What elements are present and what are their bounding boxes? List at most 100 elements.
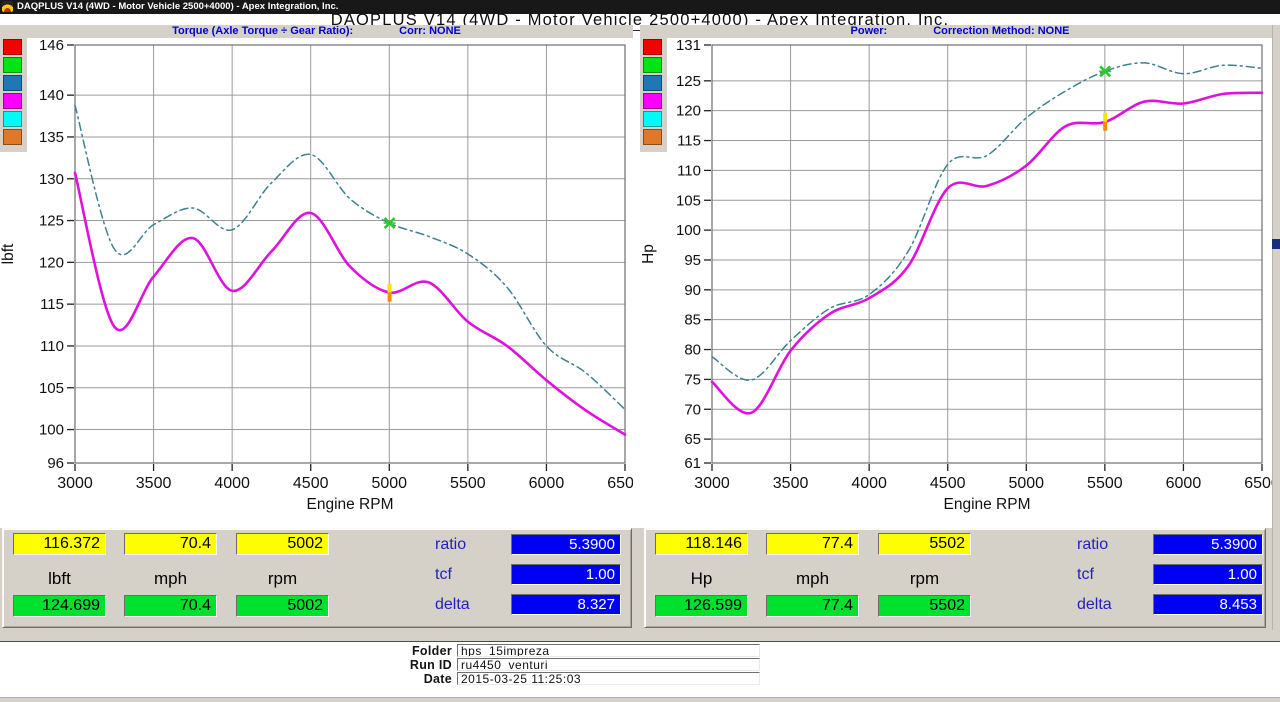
readout-unit-label: rpm bbox=[236, 569, 329, 589]
x-tick-label: 4000 bbox=[214, 475, 250, 492]
field-row-run-id: Run ID bbox=[297, 658, 760, 671]
stat-label-tcf: tcf bbox=[435, 564, 452, 585]
window-edge-strip bbox=[1272, 25, 1280, 630]
x-tick-label: 5500 bbox=[450, 475, 486, 492]
x-tick-label: 6000 bbox=[1166, 475, 1202, 492]
y-tick-label: 90 bbox=[684, 282, 701, 299]
readout-reference-mph: 77.4 bbox=[766, 595, 859, 617]
x-tick-label: 3000 bbox=[694, 475, 730, 492]
torque-grid bbox=[75, 45, 625, 463]
readout-reference-rpm: 5502 bbox=[878, 595, 971, 617]
run-id-input[interactable] bbox=[457, 658, 760, 671]
y-tick-label: 115 bbox=[677, 133, 701, 150]
y-tick-label: 110 bbox=[40, 338, 64, 355]
x-tick-label: 5000 bbox=[1008, 475, 1044, 492]
readout-unit-label: mph bbox=[766, 569, 859, 589]
x-tick-label: 5000 bbox=[371, 475, 407, 492]
readout-current-Hp: 118.146 bbox=[655, 533, 748, 555]
field-row-folder: Folder bbox=[297, 644, 760, 657]
field-label: Date bbox=[297, 672, 457, 686]
power-x-axis-label: Engine RPM bbox=[943, 496, 1030, 513]
readout-reference-lbft: 124.699 bbox=[13, 595, 106, 617]
reference-run-torque-curve bbox=[75, 105, 625, 409]
stat-label-delta: delta bbox=[435, 594, 470, 615]
stat-value-ratio: 5.3900 bbox=[1153, 534, 1263, 555]
power-chart-panel: Power: Correction Method: NONE 616570758… bbox=[640, 25, 1280, 528]
y-tick-label: 65 bbox=[684, 431, 701, 448]
readout-current-rpm: 5002 bbox=[236, 533, 329, 555]
x-tick-label: 3000 bbox=[57, 475, 93, 492]
stat-label-ratio: ratio bbox=[1077, 534, 1108, 555]
x-tick-label: 4500 bbox=[930, 475, 966, 492]
power-grid bbox=[712, 45, 1262, 463]
field-row-date: Date bbox=[297, 672, 760, 685]
readout-current-mph: 77.4 bbox=[766, 533, 859, 555]
y-tick-label: 75 bbox=[684, 371, 701, 388]
readout-current-mph: 70.4 bbox=[124, 533, 217, 555]
readout-current-rpm: 5502 bbox=[878, 533, 971, 555]
field-label: Run ID bbox=[297, 658, 457, 672]
power-plot-border bbox=[712, 45, 1262, 463]
readout-reference-Hp: 126.599 bbox=[655, 595, 748, 617]
torque-axes: 96 100 105 110 115 120 125 130 135 140 146 3000 3500… bbox=[0, 37, 633, 513]
y-tick-label: 130 bbox=[39, 171, 64, 188]
power-readout-panel: 118.146 Hp 126.599 77.4 mph 77.4 5502 rpm 5502 ra… bbox=[644, 528, 1266, 628]
x-tick-label: 5500 bbox=[1087, 475, 1123, 492]
y-tick-label: 120 bbox=[39, 254, 64, 271]
readout-unit-label: rpm bbox=[878, 569, 971, 589]
stat-value-tcf: 1.00 bbox=[511, 564, 621, 585]
power-cursor-marker bbox=[1103, 113, 1107, 131]
y-tick-label: 135 bbox=[39, 129, 64, 146]
y-tick-label: 80 bbox=[684, 342, 701, 359]
y-tick-label: 125 bbox=[39, 213, 64, 230]
x-tick-label: 6500 bbox=[607, 475, 633, 492]
x-tick-label: 4000 bbox=[851, 475, 887, 492]
stat-value-ratio: 5.3900 bbox=[511, 534, 621, 555]
y-tick-label: 120 bbox=[676, 103, 701, 120]
readout-reference-mph: 70.4 bbox=[124, 595, 217, 617]
y-tick-label: 110 bbox=[677, 162, 701, 179]
x-tick-label: 3500 bbox=[773, 475, 809, 492]
y-tick-label: 95 bbox=[684, 252, 701, 269]
y-tick-label: 100 bbox=[39, 422, 64, 439]
torque-cursor-marker bbox=[388, 284, 392, 302]
run-info-fields: FolderRun IDDate bbox=[297, 644, 760, 686]
torque-x-axis-label: Engine RPM bbox=[306, 496, 393, 513]
y-tick-label: 140 bbox=[39, 87, 64, 104]
daqplus-window: DAQPLUS V14 (4WD - Motor Vehicle 2500+40… bbox=[0, 0, 1280, 702]
window-bottom-strip bbox=[0, 697, 1280, 702]
y-tick-label: 131 bbox=[676, 37, 701, 54]
power-chart-plot[interactable]: 6165707580859095100105110115120125131300… bbox=[640, 25, 1280, 528]
stat-value-delta: 8.453 bbox=[1153, 594, 1263, 615]
stat-value-delta: 8.327 bbox=[511, 594, 621, 615]
torque-chart-panel: Torque (Axle Torque ÷ Gear Ratio): Corr:… bbox=[0, 25, 633, 528]
torque-y-axis-label: lbft bbox=[0, 243, 17, 264]
y-tick-label: 125 bbox=[676, 73, 701, 90]
torque-plot-border bbox=[75, 45, 625, 463]
power-y-axis-label: Hp bbox=[640, 244, 657, 264]
x-tick-label: 6000 bbox=[529, 475, 565, 492]
x-tick-label: 3500 bbox=[136, 475, 172, 492]
readout-unit-label: lbft bbox=[13, 569, 106, 589]
y-tick-label: 96 bbox=[47, 455, 64, 472]
y-tick-label: 115 bbox=[40, 296, 64, 313]
y-tick-label: 105 bbox=[39, 380, 64, 397]
torque-chart-plot[interactable]: 96 100 105 110 115 120 125 130 135 140 146 3000 3500… bbox=[0, 25, 633, 528]
y-tick-label: 100 bbox=[676, 222, 701, 239]
footer: HPS PERFORMANCE PRODUCTS FolderRun IDDat… bbox=[0, 641, 1280, 697]
y-tick-label: 61 bbox=[684, 455, 701, 472]
y-tick-label: 146 bbox=[39, 37, 64, 54]
stat-label-delta: delta bbox=[1077, 594, 1112, 615]
field-label: Folder bbox=[297, 644, 457, 658]
readout-unit-label: Hp bbox=[655, 569, 748, 589]
y-tick-label: 70 bbox=[684, 401, 701, 418]
stat-label-tcf: tcf bbox=[1077, 564, 1094, 585]
stat-label-ratio: ratio bbox=[435, 534, 466, 555]
folder-input[interactable] bbox=[457, 644, 760, 657]
readout-unit-label: mph bbox=[124, 569, 217, 589]
window-edge-marker bbox=[1272, 239, 1280, 249]
date-input[interactable] bbox=[457, 672, 760, 685]
torque-readout-panel: 116.372lbft124.69970.4mph70.45002rpm5002… bbox=[2, 528, 632, 628]
y-tick-label: 105 bbox=[676, 192, 701, 209]
x-tick-label: 4500 bbox=[293, 475, 329, 492]
